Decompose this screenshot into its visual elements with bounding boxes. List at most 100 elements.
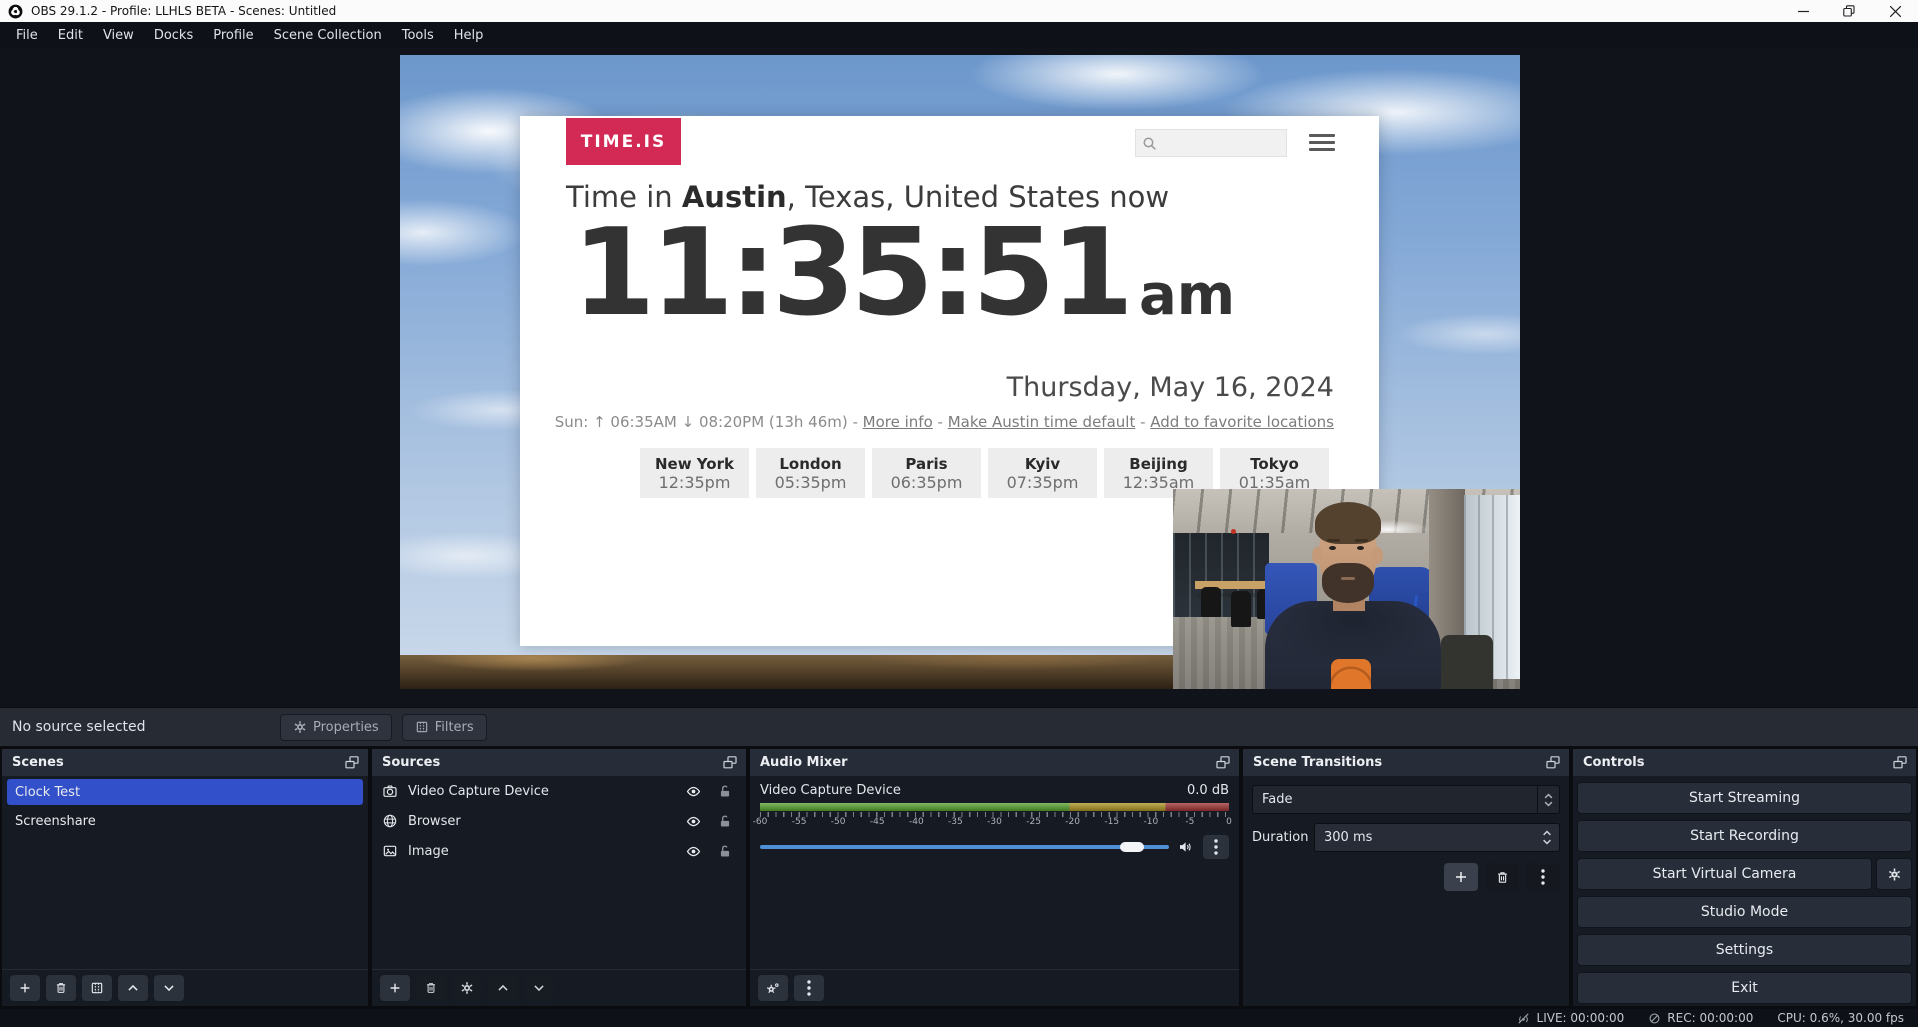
current-date: Thursday, May 16, 2024	[1007, 372, 1334, 403]
more-info-link[interactable]: More info	[863, 413, 933, 431]
visibility-eye-icon[interactable]	[685, 844, 702, 859]
studio-mode-button[interactable]: Studio Mode	[1577, 896, 1912, 928]
mixer-body: Video Capture Device 0.0 dB -60 -55 -50 …	[750, 776, 1239, 969]
mixer-channel-name: Video Capture Device	[760, 783, 1187, 798]
filters-button[interactable]: Filters	[402, 714, 487, 741]
live-status: LIVE: 00:00:00	[1516, 1011, 1625, 1025]
scene-filters-button[interactable]	[82, 975, 112, 1001]
exit-button[interactable]: Exit	[1577, 972, 1912, 1004]
sun-times: Sun: ↑ 06:35AM ↓ 08:20PM (13h 46m)	[555, 413, 848, 431]
gear-icon	[293, 720, 307, 734]
add-favorite-link[interactable]: Add to favorite locations	[1150, 413, 1334, 431]
mixer-menu-button[interactable]	[794, 975, 824, 1001]
visibility-eye-icon[interactable]	[685, 814, 702, 829]
controls-header: Controls	[1573, 749, 1916, 776]
titlebar: OBS 29.1.2 - Profile: LLHLS BETA - Scene…	[0, 0, 1918, 22]
source-properties-button[interactable]	[452, 975, 482, 1001]
popout-icon[interactable]	[722, 755, 738, 770]
speaker-icon[interactable]	[1177, 839, 1195, 855]
record-inactive-icon	[1648, 1012, 1661, 1025]
person-eyebrow	[1355, 539, 1368, 542]
add-source-button[interactable]	[380, 975, 410, 1001]
source-item-image[interactable]: Image	[372, 836, 746, 866]
search-input[interactable]	[1161, 136, 1271, 151]
volume-meter	[760, 803, 1229, 811]
move-source-down-button[interactable]	[524, 975, 554, 1001]
source-item-video-capture[interactable]: Video Capture Device	[372, 776, 746, 806]
popout-icon[interactable]	[1215, 755, 1231, 770]
move-scene-down-button[interactable]	[154, 975, 184, 1001]
menu-tools[interactable]: Tools	[392, 28, 444, 43]
scene-item-screenshare[interactable]: Screenshare	[7, 808, 363, 834]
lock-open-icon[interactable]	[718, 814, 732, 829]
webcam-overlay	[1173, 489, 1520, 689]
menubar: File Edit View Docks Profile Scene Colle…	[0, 22, 1918, 48]
search-icon	[1142, 136, 1157, 151]
start-recording-button[interactable]: Start Recording	[1577, 820, 1912, 852]
restore-button[interactable]	[1826, 0, 1872, 22]
city-paris[interactable]: Paris 06:35pm	[872, 448, 981, 498]
properties-button[interactable]: Properties	[280, 714, 392, 741]
scenes-panel: Scenes Clock Test Screenshare	[2, 749, 368, 1006]
settings-button[interactable]: Settings	[1577, 934, 1912, 966]
visibility-eye-icon[interactable]	[685, 784, 702, 799]
menu-docks[interactable]: Docks	[144, 28, 203, 43]
transition-select[interactable]: Fade	[1252, 785, 1560, 814]
person-eyebrow	[1327, 539, 1340, 542]
add-scene-button[interactable]	[10, 975, 40, 1001]
digital-clock: 11:35:51am	[572, 208, 1235, 340]
spinner-arrows-icon[interactable]	[1539, 830, 1559, 845]
menu-view[interactable]: View	[93, 28, 144, 43]
mixer-channel-menu-button[interactable]	[1203, 835, 1229, 859]
start-virtual-camera-button[interactable]: Start Virtual Camera	[1577, 858, 1872, 890]
sources-panel: Sources Video Capture Device	[372, 749, 746, 1006]
source-item-browser[interactable]: Browser	[372, 806, 746, 836]
scenes-list: Clock Test Screenshare	[2, 776, 368, 969]
popout-icon[interactable]	[1892, 755, 1908, 770]
sources-list: Video Capture Device	[372, 776, 746, 969]
transition-menu-button[interactable]	[1526, 863, 1560, 891]
menu-file[interactable]: File	[6, 28, 48, 43]
make-default-link[interactable]: Make Austin time default	[948, 413, 1136, 431]
city-london[interactable]: London 05:35pm	[756, 448, 865, 498]
minimize-button[interactable]	[1780, 0, 1826, 22]
volume-slider-handle[interactable]	[1120, 842, 1144, 852]
remove-transition-button[interactable]	[1485, 863, 1519, 891]
clock-time: 11:35:51	[572, 204, 1129, 343]
remove-source-button[interactable]	[416, 975, 446, 1001]
duration-spinbox[interactable]: 300 ms	[1314, 823, 1560, 852]
start-streaming-button[interactable]: Start Streaming	[1577, 782, 1912, 814]
move-source-up-button[interactable]	[488, 975, 518, 1001]
menu-help[interactable]: Help	[444, 28, 494, 43]
timeis-search-box[interactable]	[1135, 129, 1287, 157]
menu-profile[interactable]: Profile	[203, 28, 263, 43]
close-button[interactable]	[1872, 0, 1918, 22]
scene-preview[interactable]: TIME.IS Time in Austin, Texas, United St…	[400, 55, 1520, 689]
person-ear	[1312, 547, 1323, 564]
remove-scene-button[interactable]	[46, 975, 76, 1001]
city-new-york[interactable]: New York 12:35pm	[640, 448, 749, 498]
virtual-camera-settings-button[interactable]	[1876, 858, 1912, 890]
rec-status: REC: 00:00:00	[1648, 1011, 1753, 1025]
popout-icon[interactable]	[344, 755, 360, 770]
add-transition-button[interactable]	[1444, 863, 1478, 891]
scene-item-clock-test[interactable]: Clock Test	[7, 779, 363, 805]
person-mouth	[1341, 577, 1355, 580]
menu-scene-collection[interactable]: Scene Collection	[264, 28, 392, 43]
advanced-audio-button[interactable]	[758, 975, 788, 1001]
volume-slider[interactable]	[760, 837, 1169, 857]
lock-open-icon[interactable]	[718, 844, 732, 859]
move-scene-up-button[interactable]	[118, 975, 148, 1001]
cpu-fps-status: CPU: 0.6%, 30.00 fps	[1777, 1011, 1904, 1025]
timeis-logo[interactable]: TIME.IS	[566, 118, 681, 165]
controls-panel: Controls Start Streaming Start Recording…	[1573, 749, 1916, 1006]
hamburger-menu-icon[interactable]	[1309, 134, 1335, 155]
lock-open-icon[interactable]	[718, 784, 732, 799]
obs-window: OBS 29.1.2 - Profile: LLHLS BETA - Scene…	[0, 0, 1918, 1027]
sun-info-line: Sun: ↑ 06:35AM ↓ 08:20PM (13h 46m) - Mor…	[555, 413, 1334, 431]
menu-edit[interactable]: Edit	[48, 28, 93, 43]
city-kyiv[interactable]: Kyiv 07:35pm	[988, 448, 1097, 498]
scenes-toolbar	[2, 969, 368, 1006]
popout-icon[interactable]	[1545, 755, 1561, 770]
hoodie-orange-graphic	[1331, 659, 1371, 689]
